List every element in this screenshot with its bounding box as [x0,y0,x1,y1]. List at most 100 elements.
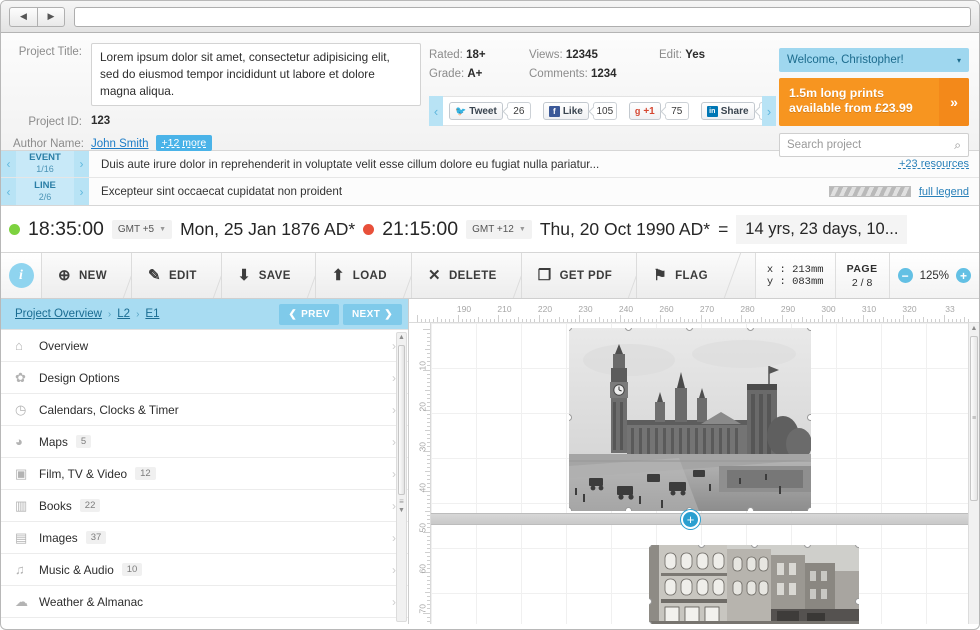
promo-banner[interactable]: 1.5m long prints available from £23.99 » [779,78,969,126]
ruler-tick [830,319,832,322]
add-element-button[interactable]: + [681,510,700,529]
full-legend-link[interactable]: full legend [919,186,969,198]
google-plus-icon: g [634,105,641,116]
resize-handle-se2[interactable] [747,507,754,511]
delete-button[interactable]: ✕ DELETE [410,253,521,298]
breadcrumb: Project Overview › L2 › E1 [15,308,159,320]
event-prev-button[interactable]: ‹ [1,151,16,177]
sidebar-scrollbar[interactable]: ▲ ≡ ▼ [396,332,407,622]
search-icon[interactable]: ⌕ [954,138,961,153]
page-indicator[interactable]: PAGE 2 / 8 [834,253,889,298]
save-button[interactable]: ⬇ SAVE [220,253,315,298]
ruler-tick [967,319,969,322]
ruler-tick [757,319,759,322]
zoom-out-button[interactable]: − [897,268,913,283]
big-ben-westminster-photo[interactable] [569,328,811,511]
end-timezone-select[interactable]: GMT +12 ▼ [466,219,532,239]
line-prev-button[interactable]: ‹ [1,178,16,205]
line-next-button[interactable]: › [74,178,89,205]
sidebar-item-maps[interactable]: ◕ Maps 5 › [1,426,408,458]
google-plus-button[interactable]: g +1 [628,102,661,120]
stat-views: Views: 12345 [529,49,659,61]
sidebar-item-calendars-clocks-timer[interactable]: ◷ Calendars, Clocks & Timer › [1,394,408,426]
download-icon: ⬇ [237,267,251,284]
resources-link[interactable]: +23 resources [899,158,969,170]
breadcrumb-item-e1[interactable]: E1 [145,308,159,320]
ruler-tick [838,319,840,322]
get-pdf-button[interactable]: ❐ GET PDF [520,253,637,298]
zoom-control: − 125% + [888,253,979,298]
sidebar-item-overview[interactable]: ⌂ Overview › [1,330,408,362]
caret-up-icon[interactable]: ▲ [971,323,978,334]
search-box[interactable]: ⌕ [779,133,969,157]
search-input[interactable] [787,139,955,151]
social-prev-button[interactable]: ‹ [429,96,443,126]
welcome-dropdown[interactable]: Welcome, Christopher! ▾ [779,48,969,72]
canvas-scrollbar[interactable]: ▲ ≡ [968,323,979,624]
ruler-tick [834,319,836,322]
author-more-badge[interactable]: +12 more [155,135,213,152]
victorian-street-photo[interactable] [649,545,859,624]
prev-button[interactable]: ❮ PREV [279,303,339,325]
new-button[interactable]: ⊕ NEW [41,253,131,298]
browser-back-button[interactable]: ◀ [9,6,37,27]
stat-comments: Comments: 1234 [529,68,659,80]
ruler-tick [427,393,430,395]
ruler-tick [510,319,512,322]
page-sheet[interactable]: + [431,323,968,624]
browser-forward-button[interactable]: ▶ [37,6,65,27]
zoom-level: 125% [919,269,949,282]
linkedin-share-button[interactable]: in Share [700,102,755,120]
load-button[interactable]: ⬆ LOAD [314,253,411,298]
sidebar-item-books[interactable]: ▥ Books 22 › [1,490,408,522]
sidebar-item-images[interactable]: ▤ Images 37 › [1,522,408,554]
ruler-tick [919,319,921,322]
address-bar[interactable] [74,6,971,27]
end-date[interactable]: Thu, 20 Oct 1990 AD* [540,219,710,240]
project-title-field[interactable]: Lorem ipsum dolor sit amet, consectetur … [91,43,421,107]
tweet-button[interactable]: 🐦 Tweet [449,102,503,120]
facebook-like-button[interactable]: f Like [542,102,589,120]
sidebar-item-film-tv-video[interactable]: ▣ Film, TV & Video 12 › [1,458,408,490]
ruler-tick [817,319,819,322]
caret-down-icon[interactable]: ▼ [398,506,405,516]
social-next-button[interactable]: › [762,96,776,126]
resize-handle-se[interactable] [807,507,811,511]
event-counter: 1/16 [36,164,54,175]
start-date[interactable]: Mon, 25 Jan 1876 AD* [180,219,355,240]
end-time[interactable]: 21:15:00 [382,218,458,241]
breadcrumb-item-l2[interactable]: L2 [117,308,130,320]
ruler-tick [441,319,443,322]
ruler-tick [627,319,629,322]
canvas-scroll-thumb[interactable]: ≡ [970,336,978,501]
line-counter: 2/6 [38,191,52,202]
ruler-tick [959,319,961,322]
ruler-label: 290 [780,304,796,314]
author-link[interactable]: John Smith [91,136,149,150]
resize-handle-e[interactable] [807,414,811,421]
zoom-in-button[interactable]: + [956,268,971,283]
info-button[interactable]: i [1,253,41,298]
sidebar-scroll-thumb[interactable] [398,345,405,495]
ruler-tick [423,329,430,330]
edit-button[interactable]: ✎ EDIT [131,253,221,298]
breadcrumb-item-project-overview[interactable]: Project Overview [15,308,102,320]
ruler-tick [809,319,811,322]
event-next-button[interactable]: › [74,151,89,177]
promo-arrow-icon[interactable]: » [939,78,969,126]
sidebar-item-music-audio[interactable]: ♫ Music & Audio 10 › [1,554,408,586]
next-button[interactable]: NEXT ❯ [342,303,402,325]
ruler-label: 300 [821,304,836,314]
sidebar-item-weather-almanac[interactable]: ☁ Weather & Almanac › [1,586,408,618]
flag-button[interactable]: ⚑ FLAG [636,253,732,298]
sidebar-item-design-options[interactable]: ✿ Design Options › [1,362,408,394]
start-time[interactable]: 18:35:00 [28,218,104,241]
stat-views-value: 12345 [565,49,598,61]
ruler-tick [427,495,430,497]
resize-handle-s[interactable] [625,507,632,511]
resize-handle-e[interactable] [855,598,859,605]
ruler-tick [427,357,430,359]
caret-up-icon[interactable]: ▲ [398,333,405,343]
ruler-tick [427,341,430,343]
start-timezone-select[interactable]: GMT +5 ▼ [111,219,173,239]
